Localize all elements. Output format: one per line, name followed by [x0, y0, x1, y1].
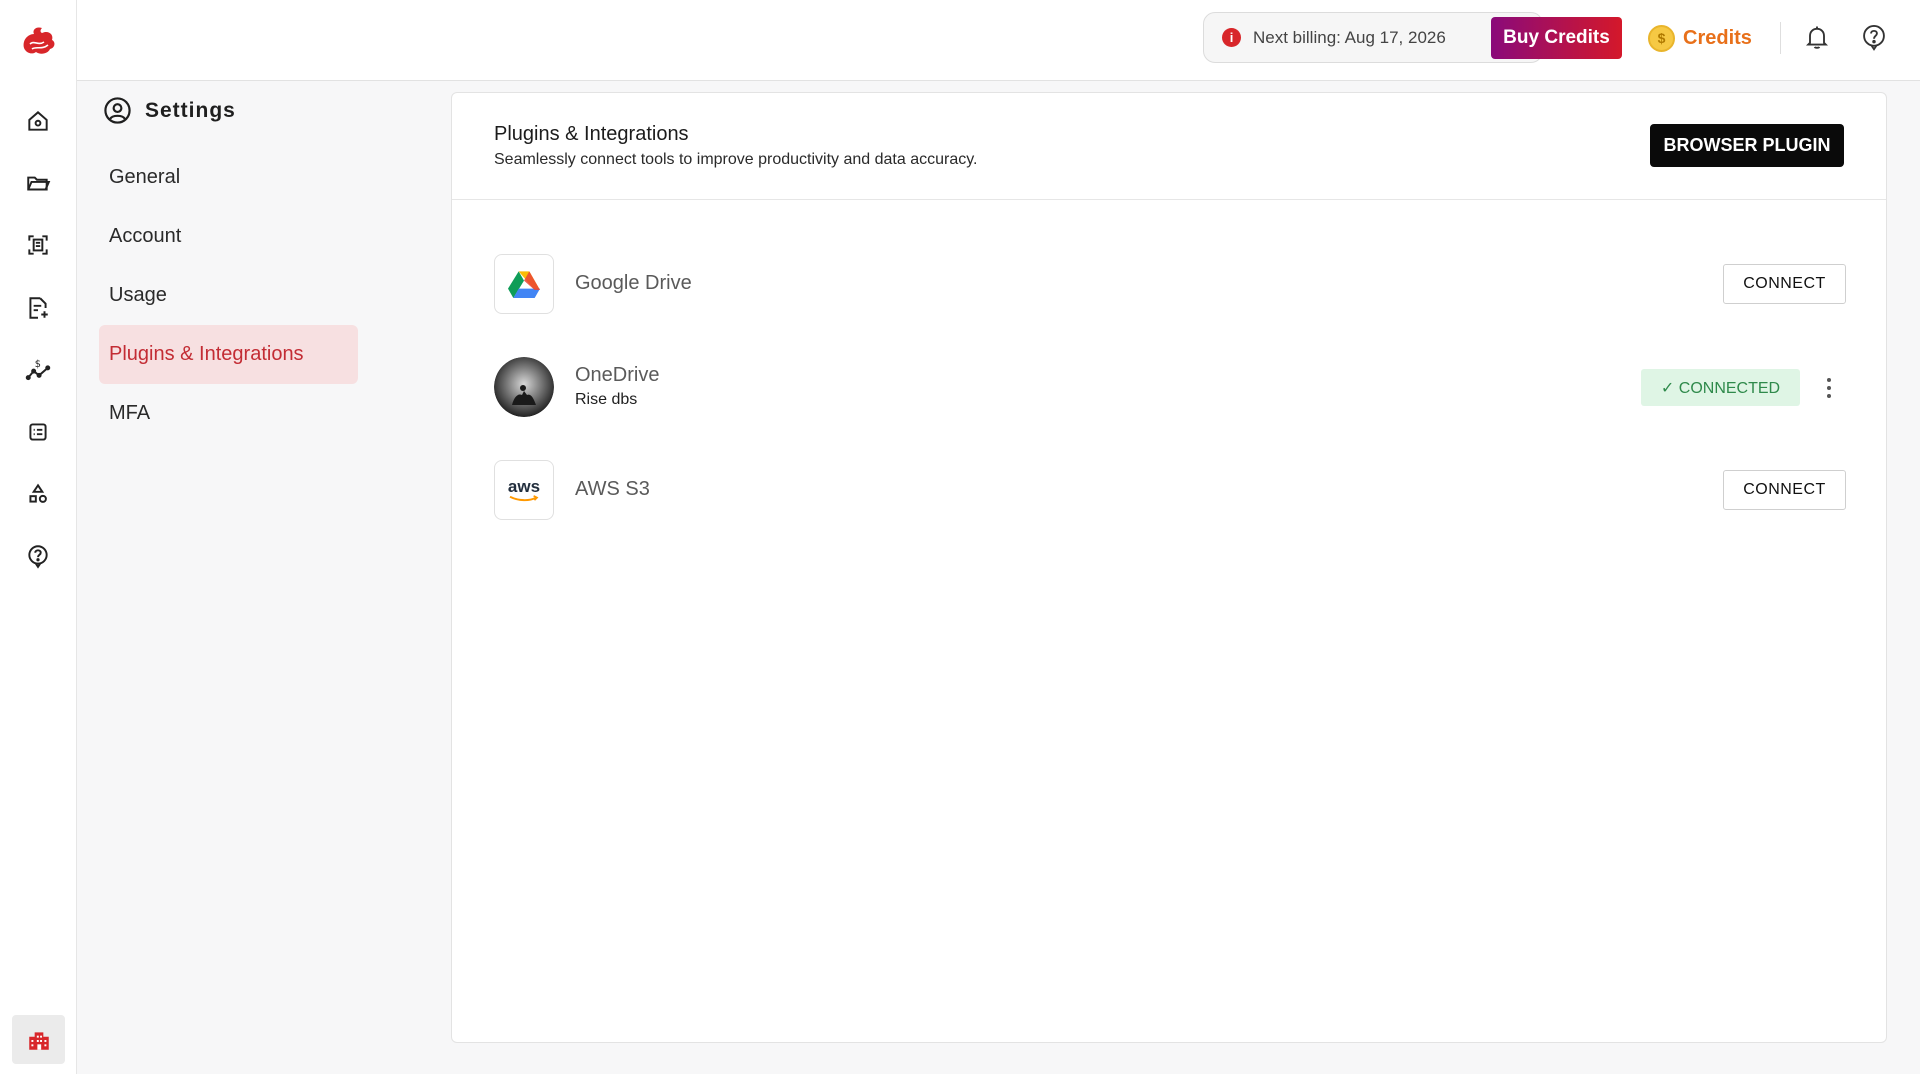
integration-onedrive: OneDrive Rise dbs ✓ CONNECTED	[494, 357, 1846, 419]
google-drive-icon	[494, 254, 554, 314]
finance-chart-icon[interactable]: $	[18, 350, 58, 390]
more-options-icon[interactable]	[1820, 371, 1838, 405]
credits-label: Credits	[1683, 26, 1752, 49]
svg-text:$: $	[35, 359, 41, 370]
shapes-icon[interactable]	[18, 474, 58, 514]
info-icon: i	[1222, 28, 1241, 47]
settings-nav-usage[interactable]: Usage	[99, 266, 358, 325]
divider	[1780, 22, 1781, 54]
integration-name: OneDrive	[575, 364, 660, 386]
scan-document-icon[interactable]	[18, 225, 58, 265]
building-icon[interactable]	[12, 1015, 65, 1064]
brand-logo[interactable]	[18, 22, 58, 58]
add-document-icon[interactable]	[18, 288, 58, 328]
buy-credits-button[interactable]: Buy Credits	[1491, 17, 1622, 59]
integration-name: AWS S3	[575, 478, 650, 500]
home-icon[interactable]	[18, 101, 58, 141]
integration-account: Rise dbs	[575, 391, 638, 408]
folder-icon[interactable]	[18, 163, 58, 203]
browser-plugin-button[interactable]: BROWSER PLUGIN	[1650, 124, 1844, 167]
settings-nav-general[interactable]: General	[99, 148, 358, 207]
page-title: Plugins & Integrations	[494, 123, 689, 145]
aws-logo-text: aws	[507, 476, 541, 496]
bell-icon[interactable]	[1800, 20, 1834, 54]
help-circle-icon[interactable]	[18, 536, 58, 576]
coin-icon: $	[1648, 24, 1675, 52]
integration-aws-s3: aws AWS S3 CONNECT	[494, 460, 1846, 522]
integration-google-drive: Google Drive CONNECT	[494, 254, 1846, 316]
page-subtitle: Seamlessly connect tools to improve prod…	[494, 151, 978, 168]
connect-aws-s3-button[interactable]: CONNECT	[1723, 470, 1846, 510]
list-icon[interactable]	[18, 412, 58, 452]
settings-nav-account[interactable]: Account	[99, 207, 358, 266]
help-icon[interactable]	[1857, 20, 1891, 54]
connect-google-drive-button[interactable]: CONNECT	[1723, 264, 1846, 304]
top-bar: i Next billing: Aug 17, 2026 Buy Credits…	[77, 0, 1920, 81]
settings-nav-mfa[interactable]: MFA	[99, 384, 358, 443]
card-header: Plugins & Integrations Seamlessly connec…	[452, 93, 1886, 200]
integrations-card: Plugins & Integrations Seamlessly connec…	[451, 92, 1887, 1043]
onedrive-avatar	[494, 357, 554, 417]
billing-text: Next billing: Aug 17, 2026	[1253, 27, 1446, 47]
settings-title: Settings	[145, 98, 236, 122]
user-circle-icon	[104, 97, 131, 124]
left-rail: $	[0, 0, 77, 1074]
aws-icon: aws	[494, 460, 554, 520]
settings-heading: Settings	[103, 96, 236, 125]
settings-nav-plugins-integrations[interactable]: Plugins & Integrations	[99, 325, 358, 384]
integration-name: Google Drive	[575, 272, 692, 294]
connected-status-badge: ✓ CONNECTED	[1641, 369, 1800, 406]
credits-button[interactable]: $ Credits	[1648, 22, 1752, 54]
